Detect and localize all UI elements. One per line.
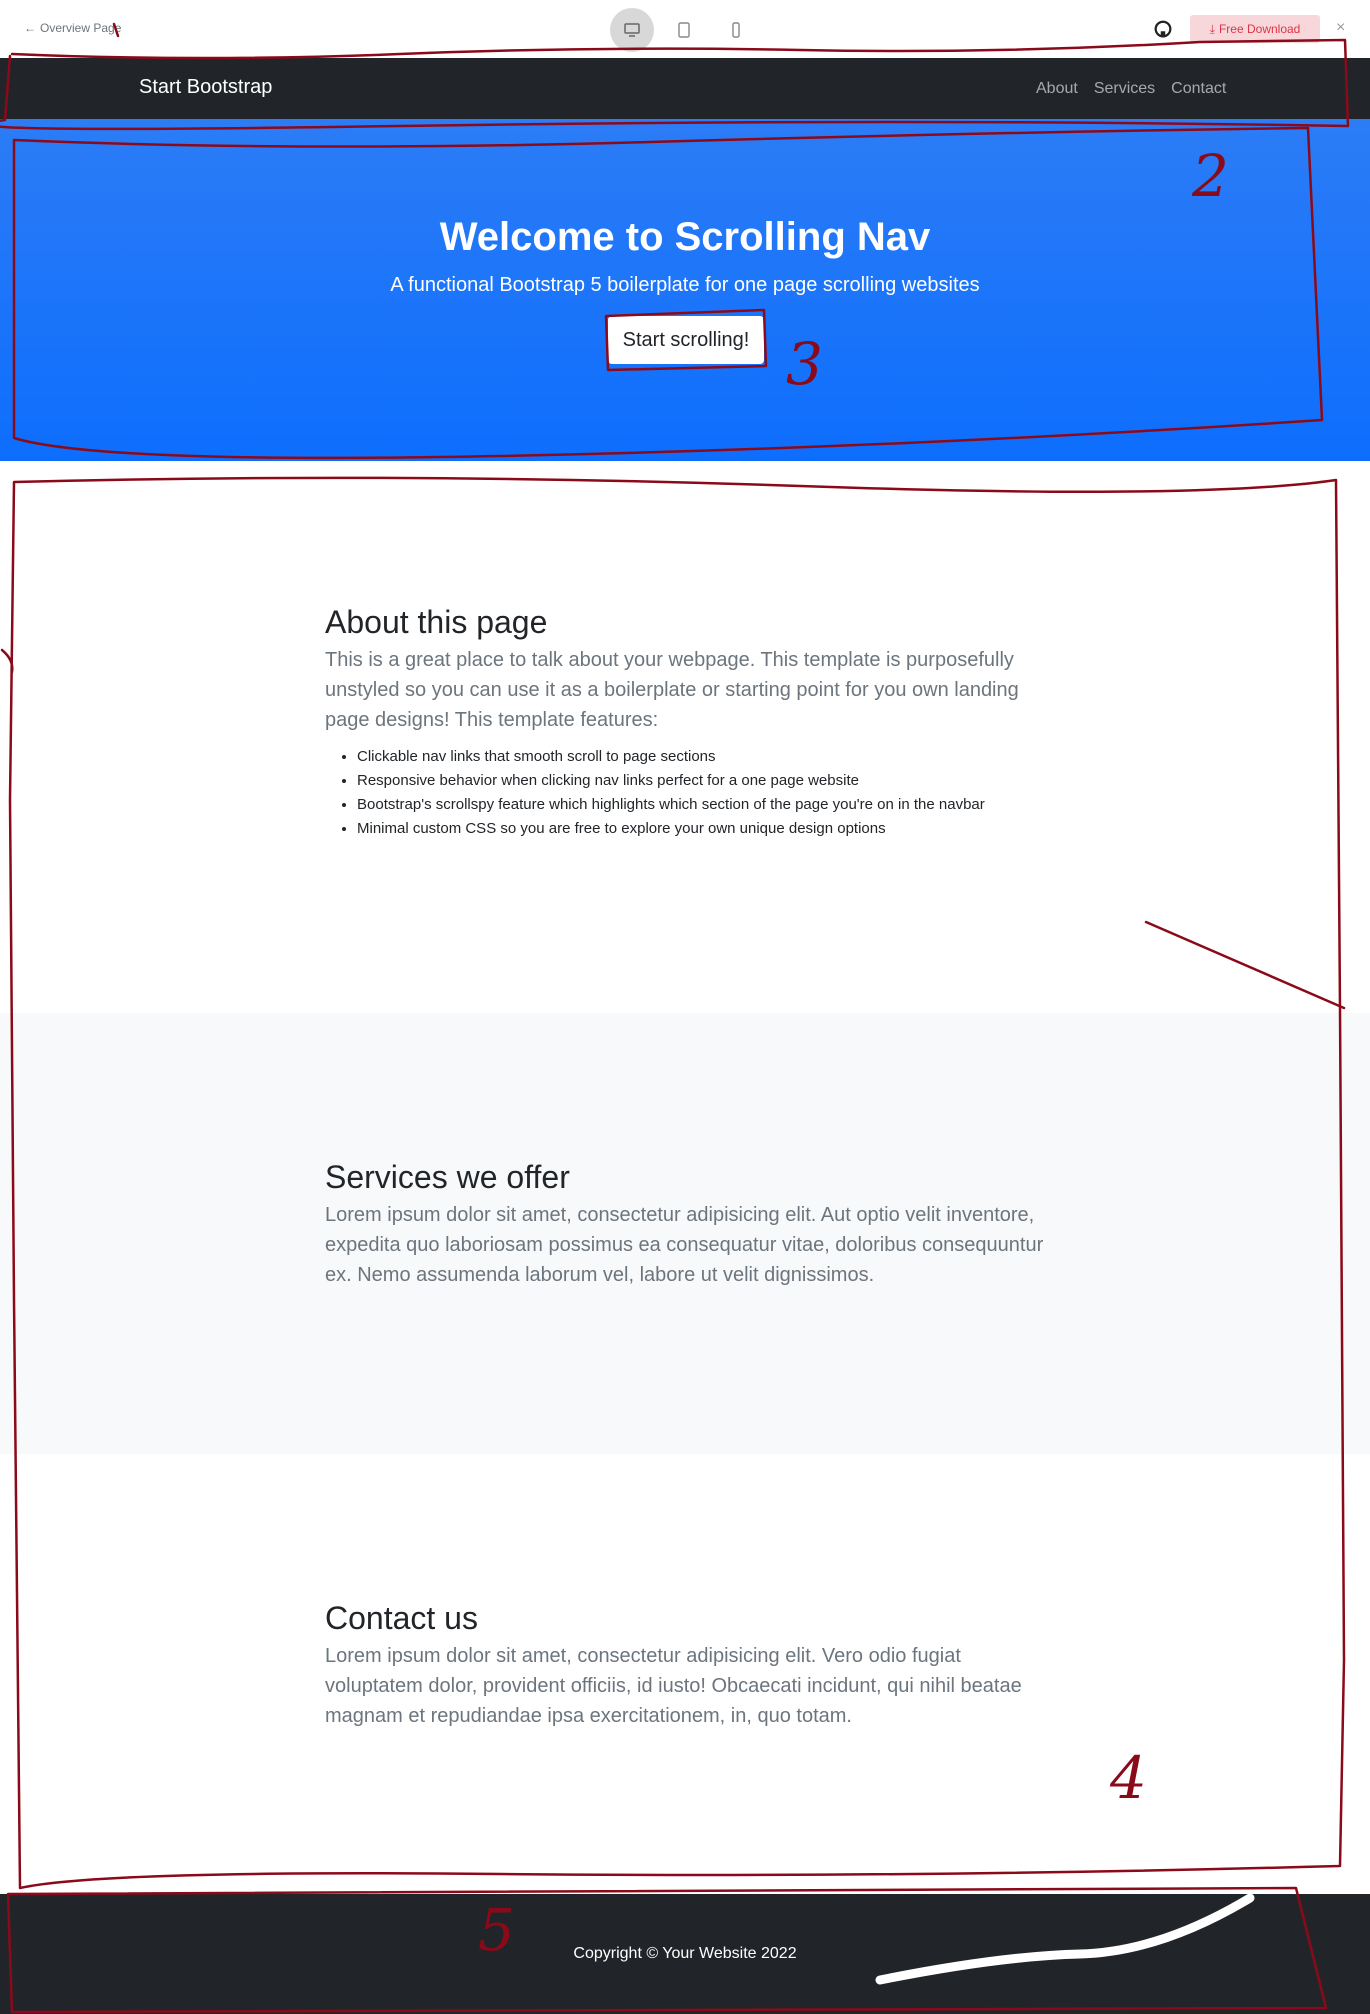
tablet-view-button[interactable]	[662, 8, 706, 52]
main-navbar: Start Bootstrap About Services Contact	[0, 58, 1370, 119]
footer-copyright: Copyright © Your Website 2022	[573, 1945, 797, 1962]
overview-page-label: Overview Page	[40, 21, 122, 35]
hero-header: Welcome to Scrolling Nav A functional Bo…	[0, 119, 1370, 461]
contact-lead: Lorem ipsum dolor sit amet, consectetur …	[325, 1645, 1022, 1727]
nav-link-services[interactable]: Services	[1094, 80, 1155, 98]
list-item: Minimal custom CSS so you are free to ex…	[357, 817, 1045, 841]
nav-link-about[interactable]: About	[1036, 80, 1078, 98]
list-item: Bootstrap's scrollspy feature which high…	[357, 793, 1045, 817]
phone-view-button[interactable]	[714, 8, 758, 52]
download-icon: ⤓	[1209, 21, 1215, 36]
contact-heading: Contact us	[325, 1600, 478, 1636]
services-heading: Services we offer	[325, 1159, 570, 1195]
about-lead: This is a great place to talk about your…	[325, 649, 1019, 731]
start-scrolling-button[interactable]: Start scrolling!	[608, 316, 764, 364]
hero-subtitle: A functional Bootstrap 5 boilerplate for…	[390, 274, 980, 296]
list-item: Responsive behavior when clicking nav li…	[357, 769, 1045, 793]
feature-list: Clickable nav links that smooth scroll t…	[325, 745, 1045, 841]
contact-content: Contact us Lorem ipsum dolor sit amet, c…	[325, 1600, 1045, 1731]
arrow-left-icon: ←	[24, 21, 36, 35]
services-content: Services we offer Lorem ipsum dolor sit …	[325, 1159, 1045, 1290]
free-download-label: Free Download	[1218, 22, 1301, 36]
services-lead: Lorem ipsum dolor sit amet, consectetur …	[325, 1204, 1044, 1286]
page-footer: Copyright © Your Website 2022	[0, 1894, 1370, 2014]
desktop-view-button[interactable]	[610, 8, 654, 52]
preview-toolbar: ← Overview Page ⤓ Free Download ×	[0, 0, 1370, 58]
phone-icon	[732, 22, 740, 38]
device-switcher	[610, 8, 758, 52]
navbar-brand[interactable]: Start Bootstrap	[139, 76, 272, 99]
free-download-button[interactable]: ⤓ Free Download	[1190, 15, 1320, 43]
contact-section: Contact us Lorem ipsum dolor sit amet, c…	[0, 1454, 1370, 1894]
overview-page-link[interactable]: ← Overview Page	[24, 21, 121, 35]
about-heading: About this page	[325, 604, 548, 640]
desktop-icon	[624, 23, 640, 37]
list-item: Clickable nav links that smooth scroll t…	[357, 745, 1045, 769]
hero-title: Welcome to Scrolling Nav	[439, 215, 931, 259]
services-section: Services we offer Lorem ipsum dolor sit …	[0, 1013, 1370, 1454]
nav-link-contact[interactable]: Contact	[1171, 80, 1226, 98]
tablet-icon	[678, 22, 690, 38]
github-icon[interactable]	[1154, 20, 1172, 38]
about-section: About this page This is a great place to…	[0, 461, 1370, 1013]
about-content: About this page This is a great place to…	[325, 604, 1045, 841]
navbar-links: About Services Contact	[1036, 80, 1226, 98]
close-icon[interactable]: ×	[1336, 19, 1345, 37]
